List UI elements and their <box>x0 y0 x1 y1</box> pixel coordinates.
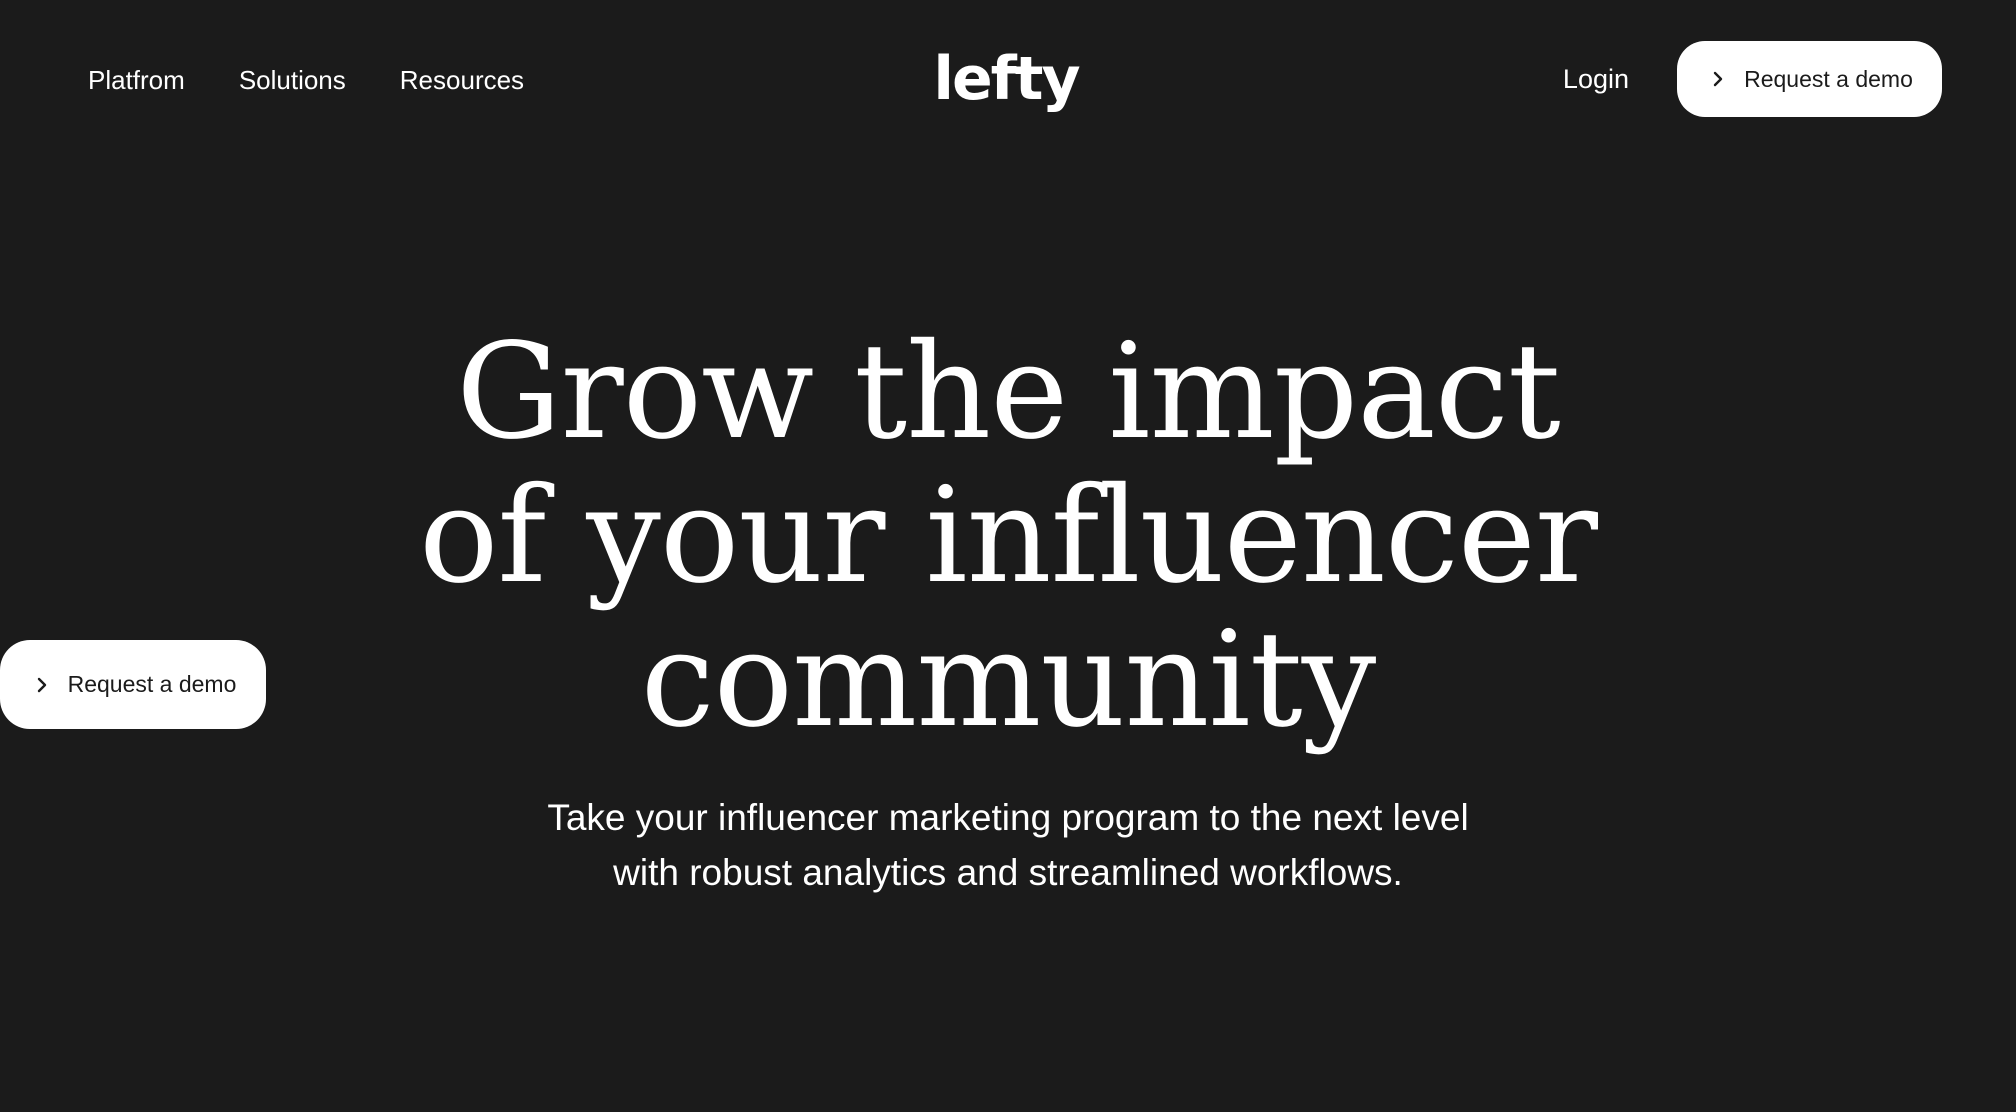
header-actions: Login Request a demo <box>1563 41 1942 117</box>
hero-request-demo-label: Request a demo <box>67 671 237 697</box>
chevron-right-icon <box>30 673 54 697</box>
nav-link-resources[interactable]: Resources <box>400 62 524 98</box>
header-request-demo-button[interactable]: Request a demo <box>1677 41 1942 117</box>
hero-title: Grow the impact of your influencer commu… <box>419 315 1598 757</box>
landing-page: Platfrom Solutions Resources lefty Login… <box>0 0 2016 1112</box>
header-request-demo-label: Request a demo <box>1744 65 1913 92</box>
login-link[interactable]: Login <box>1563 61 1629 97</box>
nav-link-solutions[interactable]: Solutions <box>239 62 346 98</box>
hero-subtitle: Take your influencer marketing program t… <box>547 797 1469 893</box>
hero-section: Grow the impact of your influencer commu… <box>0 320 2016 960</box>
nav-link-platform[interactable]: Platfrom <box>88 62 185 98</box>
hero-request-demo-button[interactable]: Request a demo <box>0 640 266 729</box>
logo[interactable]: lefty <box>933 40 1080 118</box>
primary-nav: Platfrom Solutions Resources <box>88 62 524 98</box>
chevron-right-icon <box>1706 67 1730 91</box>
